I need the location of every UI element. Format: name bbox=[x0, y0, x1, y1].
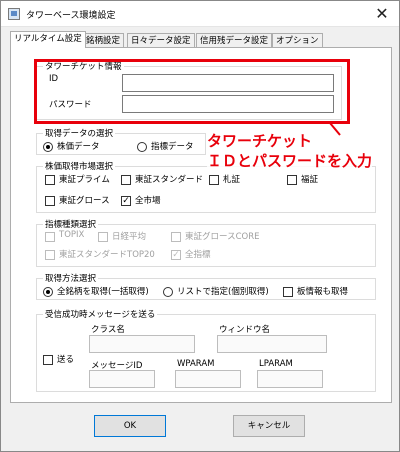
radio-stock-data[interactable] bbox=[43, 142, 53, 152]
chk-all-indices-label: 全指標 bbox=[185, 250, 211, 260]
settings-window: タワーベース環境設定 ✕ リアルタイム設定 銘柄設定 日々データ設定 信用残デー… bbox=[0, 0, 400, 452]
radio-bulk[interactable] bbox=[43, 287, 53, 297]
radio-index-data-label: 指標データ bbox=[151, 142, 194, 152]
chk-board-info-label: 板情報も取得 bbox=[297, 287, 349, 297]
chk-topix-label: TOPIX bbox=[59, 230, 85, 240]
method-selection-title: 取得方法選択 bbox=[43, 272, 99, 284]
chk-growth-core[interactable] bbox=[171, 232, 181, 242]
market-selection-title: 株価取得市場選択 bbox=[43, 160, 116, 172]
chk-growth-label: 東証グロース bbox=[59, 196, 110, 206]
chk-standard[interactable] bbox=[121, 175, 131, 185]
chk-prime-label: 東証プライム bbox=[59, 175, 110, 185]
chk-fukuoka-label: 福証 bbox=[301, 175, 319, 185]
wparam-field[interactable] bbox=[175, 370, 241, 388]
tab-daily[interactable]: 日々データ設定 bbox=[127, 33, 195, 48]
tab-panel-realtime: タワーチケット情報 ID パスワード 取得データの選択 株価データ 指標データ … bbox=[10, 47, 392, 403]
radio-stock-data-label: 株価データ bbox=[57, 142, 100, 152]
chk-topix[interactable] bbox=[45, 232, 55, 242]
ok-button[interactable]: OK bbox=[94, 415, 166, 437]
highlight-box bbox=[34, 59, 350, 124]
window-title: タワーベース環境設定 bbox=[26, 11, 116, 21]
chk-growth[interactable] bbox=[45, 196, 55, 206]
market-selection-group: 株価取得市場選択 東証プライム 東証スタンダード 札証 福証 東証グロース ✓ … bbox=[36, 160, 376, 213]
chk-nikkei[interactable] bbox=[98, 232, 108, 242]
chk-all-indices[interactable]: ✓ bbox=[171, 250, 181, 260]
chk-fukuoka[interactable] bbox=[287, 175, 297, 185]
tab-stock[interactable]: 銘柄設定 bbox=[82, 33, 125, 48]
window-name-label: ウィンドウ名 bbox=[219, 325, 271, 335]
annotation-line2: ＩＤとパスワードを入力 bbox=[207, 150, 373, 171]
chk-growth-core-label: 東証グロースCORE bbox=[185, 232, 260, 242]
chk-send-message-label: 送る bbox=[57, 355, 75, 365]
lparam-label: LPARAM bbox=[259, 359, 293, 369]
chk-all-markets[interactable]: ✓ bbox=[121, 196, 131, 206]
radio-list-label: リストで指定(個別取得) bbox=[177, 287, 269, 297]
message-settings-title: 受信成功時メッセージを送る bbox=[43, 308, 158, 320]
chk-sapporo-label: 札証 bbox=[223, 175, 241, 185]
class-name-label: クラス名 bbox=[91, 325, 125, 335]
chk-standard-top20[interactable] bbox=[45, 250, 55, 260]
tab-options[interactable]: オプション bbox=[272, 33, 323, 48]
lparam-field[interactable] bbox=[257, 370, 323, 388]
radio-index-data[interactable] bbox=[137, 142, 147, 152]
app-icon bbox=[8, 8, 20, 20]
message-id-field[interactable] bbox=[89, 370, 155, 388]
close-button[interactable]: ✕ bbox=[371, 4, 393, 24]
chk-sapporo[interactable] bbox=[209, 175, 219, 185]
chk-all-markets-label: 全市場 bbox=[135, 196, 161, 206]
annotation-line1: タワーチケット bbox=[207, 130, 313, 151]
chk-standard-label: 東証スタンダード bbox=[135, 175, 204, 185]
tab-margin[interactable]: 信用残データ設定 bbox=[196, 33, 273, 48]
method-selection-group: 取得方法選択 全銘柄を取得(一括取得) リストで指定(個別取得) 板情報も取得 bbox=[36, 272, 376, 300]
data-selection-group: 取得データの選択 株価データ 指標データ bbox=[36, 127, 206, 155]
chk-prime[interactable] bbox=[45, 175, 55, 185]
window-name-field[interactable] bbox=[217, 335, 327, 353]
chk-nikkei-label: 日経平均 bbox=[112, 232, 147, 242]
class-name-field[interactable] bbox=[89, 335, 195, 353]
title-bar: タワーベース環境設定 ✕ bbox=[1, 1, 399, 27]
data-selection-title: 取得データの選択 bbox=[43, 127, 116, 139]
annotation-pointer bbox=[329, 122, 341, 136]
tab-realtime[interactable]: リアルタイム設定 bbox=[10, 31, 86, 48]
index-selection-title: 指標種類選択 bbox=[43, 218, 99, 230]
chk-standard-top20-label: 東証スタンダードTOP20 bbox=[59, 250, 155, 260]
chk-board-info[interactable] bbox=[283, 287, 293, 297]
radio-list[interactable] bbox=[163, 287, 173, 297]
wparam-label: WPARAM bbox=[177, 359, 215, 369]
message-settings-group: 受信成功時メッセージを送る 送る クラス名 ウィンドウ名 メッセージID WPA… bbox=[36, 308, 376, 392]
radio-bulk-label: 全銘柄を取得(一括取得) bbox=[57, 287, 149, 297]
cancel-button[interactable]: キャンセル bbox=[233, 415, 305, 437]
chk-send-message[interactable] bbox=[43, 355, 53, 365]
index-selection-group: 指標種類選択 TOPIX 日経平均 東証グロースCORE 東証スタンダードTOP… bbox=[36, 218, 376, 267]
